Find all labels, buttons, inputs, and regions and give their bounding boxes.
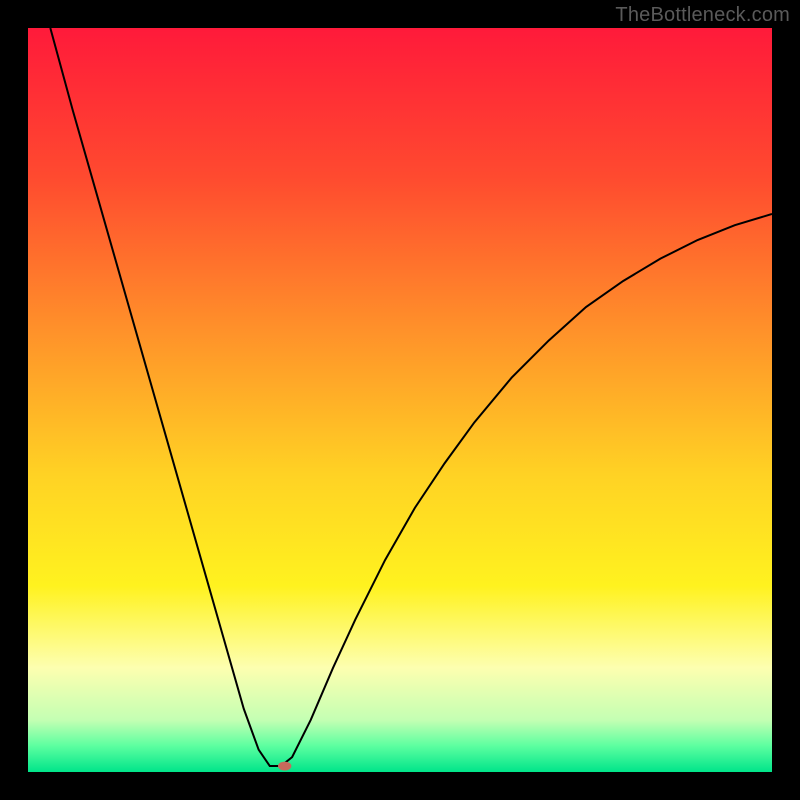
bottleneck-minimum-marker bbox=[278, 762, 291, 771]
watermark-label: TheBottleneck.com bbox=[615, 4, 790, 27]
chart-frame: TheBottleneck.com bbox=[0, 0, 800, 800]
bottleneck-chart bbox=[28, 28, 772, 772]
plot-background bbox=[28, 28, 772, 772]
